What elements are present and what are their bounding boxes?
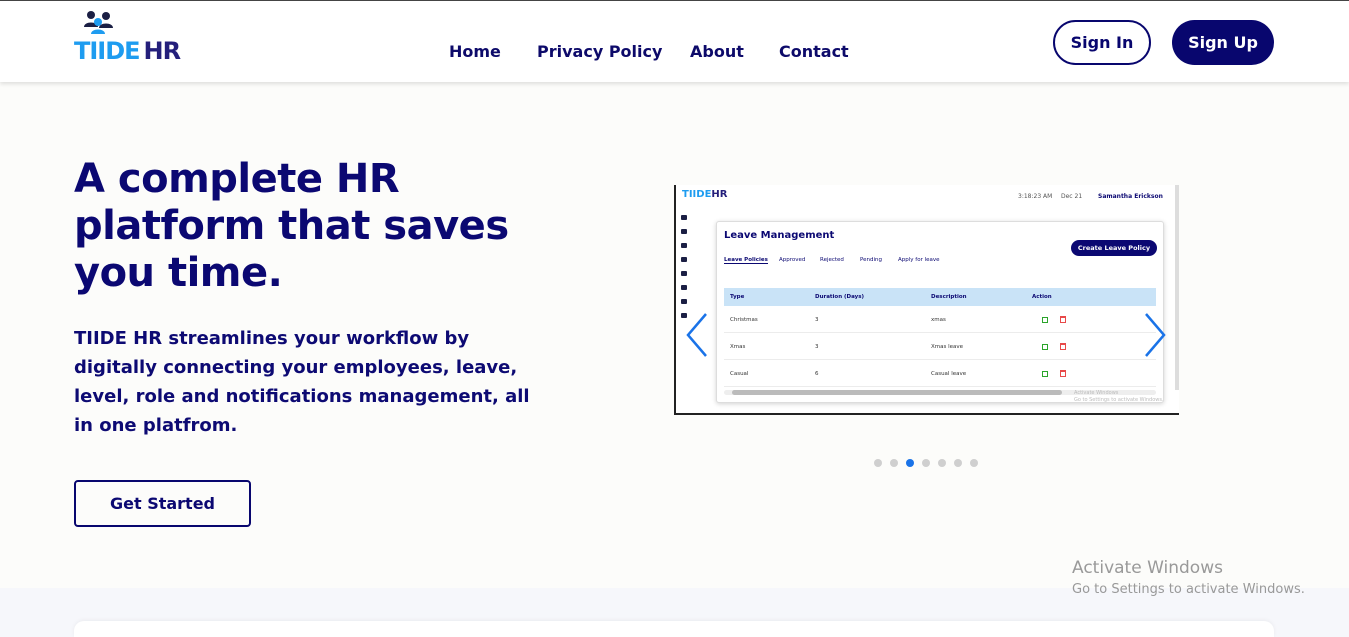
slide-cell: Casual xyxy=(730,371,749,377)
slide-table-header: Type Duration (Days) Description Action xyxy=(724,288,1156,306)
nav-privacy-policy[interactable]: Privacy Policy xyxy=(537,42,662,61)
slide-card-title: Leave Management xyxy=(724,230,835,241)
slide-watermark: Activate Windows Go to Settings to activ… xyxy=(1074,390,1164,404)
slide-col-header: Action xyxy=(1032,294,1052,300)
carousel-dot[interactable] xyxy=(954,459,962,467)
nav-contact[interactable]: Contact xyxy=(779,42,849,61)
people-group-icon xyxy=(84,11,113,34)
slide-logo-tiide: TIIDE xyxy=(682,189,712,200)
edit-icon xyxy=(1042,344,1048,350)
slide-create-button: Create Leave Policy xyxy=(1071,240,1157,256)
slide-cell: xmas xyxy=(931,317,946,323)
slide-date: Dec 21 xyxy=(1061,193,1083,200)
slide-tab: Pending xyxy=(860,257,882,263)
next-section-card xyxy=(74,621,1274,637)
edit-icon xyxy=(1042,371,1048,377)
slide-cell: Xmas xyxy=(730,344,746,350)
activate-subtitle: Go to Settings to activate Windows. xyxy=(1072,582,1305,597)
top-navbar: TIIDE HR Home Privacy Policy About Contac… xyxy=(0,0,1349,82)
slide-card: Leave Management Create Leave Policy Lea… xyxy=(716,221,1164,403)
get-started-button[interactable]: Get Started xyxy=(74,480,251,527)
slide-col-header: Duration (Days) xyxy=(815,294,865,300)
nav-home[interactable]: Home xyxy=(449,42,501,61)
carousel-dot[interactable] xyxy=(938,459,946,467)
activate-title: Activate Windows xyxy=(1072,558,1223,578)
logo-wordmark: TIIDE HR xyxy=(74,37,182,65)
carousel-dot[interactable] xyxy=(890,459,898,467)
slide-cell: Casual leave xyxy=(931,371,967,377)
logo-text-tiide: TIIDE xyxy=(74,37,141,65)
slide-table-row: Casual 6 Casual leave xyxy=(724,360,1156,387)
slide-tab: Apply for leave xyxy=(898,257,940,263)
trash-icon xyxy=(1060,343,1066,350)
slide-watermark-line1: Activate Windows xyxy=(1074,390,1119,396)
screenshot-carousel[interactable]: TIIDEHR 3:18:23 AM Dec 21 Samantha Erick… xyxy=(674,185,1179,415)
logo-text-hr: HR xyxy=(143,37,182,65)
slide-cell: Christmas xyxy=(730,317,758,323)
edit-icon xyxy=(1042,317,1048,323)
carousel-dot[interactable] xyxy=(906,459,914,467)
slide-cell: 3 xyxy=(815,317,819,323)
carousel-dot[interactable] xyxy=(922,459,930,467)
slide-logo-hr: HR xyxy=(711,189,728,200)
slide-cell: 6 xyxy=(815,371,819,377)
slide-vertical-scrollbar xyxy=(1175,185,1179,390)
trash-icon xyxy=(1060,316,1066,323)
slide-sidebar xyxy=(679,215,691,327)
carousel-dot[interactable] xyxy=(874,459,882,467)
windows-activation-watermark: Activate Windows Go to Settings to activ… xyxy=(1072,558,1305,597)
carousel-dot[interactable] xyxy=(970,459,978,467)
nav-about[interactable]: About xyxy=(690,42,744,61)
trash-icon xyxy=(1060,370,1066,377)
slide-col-header: Type xyxy=(730,294,745,300)
slide-col-header: Description xyxy=(931,294,967,300)
slide-cell: 3 xyxy=(815,344,819,350)
slide-tab: Leave Policies xyxy=(724,257,768,264)
slide-table-row: Christmas 3 xmas xyxy=(724,306,1156,333)
slide-tab: Approved xyxy=(779,257,806,263)
slide-tab: Rejected xyxy=(820,257,844,263)
slide-time: 3:18:23 AM xyxy=(1018,193,1053,200)
sign-up-button[interactable]: Sign Up xyxy=(1172,20,1274,65)
hero-description: TIIDE HR streamlines your workflow by di… xyxy=(74,328,530,436)
hero-title: A complete HR platform that saves you ti… xyxy=(74,156,509,296)
chevron-right-icon[interactable] xyxy=(1144,312,1166,358)
slide-watermark-line2: Go to Settings to activate Windows. xyxy=(1074,397,1164,403)
sign-in-button[interactable]: Sign In xyxy=(1053,20,1151,65)
slide-table-row: Xmas 3 Xmas leave xyxy=(724,333,1156,360)
chevron-left-icon[interactable] xyxy=(686,312,708,358)
brand-logo[interactable]: TIIDE HR xyxy=(74,7,194,67)
slide-logo: TIIDEHR xyxy=(682,189,727,200)
slide-cell: Xmas leave xyxy=(931,344,964,350)
slide-user: Samantha Erickson xyxy=(1098,193,1163,200)
slide-table: Type Duration (Days) Description Action … xyxy=(724,288,1156,387)
